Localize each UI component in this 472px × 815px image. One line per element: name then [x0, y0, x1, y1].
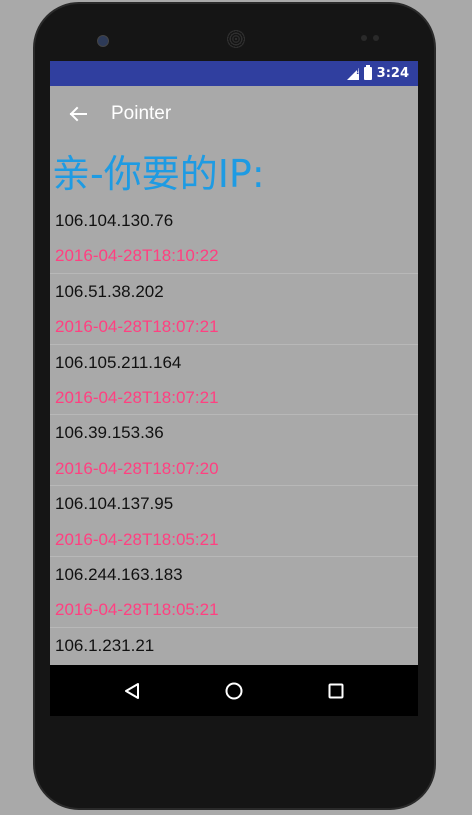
app-bar: Pointer	[50, 86, 418, 142]
battery-icon	[363, 65, 372, 80]
list-item-timestamp[interactable]: 2016-04-28T18:07:21	[50, 380, 418, 416]
list-item-timestamp[interactable]: 2016-04-28T18:10:22	[50, 238, 418, 274]
signal-icon	[346, 67, 360, 80]
back-triangle-icon[interactable]	[102, 665, 162, 716]
navigation-bar	[50, 665, 418, 716]
list-item-ip[interactable]: 106.105.211.164	[50, 345, 418, 380]
app-title: Pointer	[111, 103, 172, 124]
page-heading: 亲-你要的IP:	[52, 152, 265, 196]
status-icons: 3:24	[346, 61, 409, 86]
recents-square-icon[interactable]	[306, 665, 366, 716]
status-bar: 3:24	[50, 61, 418, 86]
list-item-ip[interactable]: 106.104.137.95	[50, 486, 418, 521]
screen: 3:24 Pointer 亲-你要的IP: 106.104.130.762016…	[50, 61, 418, 716]
list-item-ip[interactable]: 106.244.163.183	[50, 557, 418, 592]
light-sensor	[373, 35, 379, 41]
list-item-timestamp[interactable]: 2016-04-28T18:05:21	[50, 522, 418, 557]
list-item-timestamp[interactable]: 2016-04-28T18:05:21	[50, 592, 418, 628]
list-item-timestamp[interactable]: 2016-04-28T18:07:20	[50, 451, 418, 487]
ip-list[interactable]: 106.104.130.76 2016-04-28T18:10:22 106.51.…	[50, 203, 418, 663]
earpiece-speaker	[226, 29, 246, 49]
list-item-ip[interactable]: 106.39.153.36	[50, 415, 418, 450]
list-item-ip[interactable]: 106.104.130.76	[50, 203, 418, 238]
proximity-sensor	[361, 35, 367, 41]
front-camera	[97, 35, 109, 47]
list-item-ip[interactable]: 106.1.231.21	[50, 628, 418, 663]
status-time: 3:24	[376, 66, 409, 81]
list-item-ip[interactable]: 106.51.38.202	[50, 274, 418, 309]
home-circle-icon[interactable]	[204, 665, 264, 716]
arrow-back-icon[interactable]	[50, 86, 106, 142]
list-item-timestamp[interactable]: 2016-04-28T18:07:21	[50, 309, 418, 345]
